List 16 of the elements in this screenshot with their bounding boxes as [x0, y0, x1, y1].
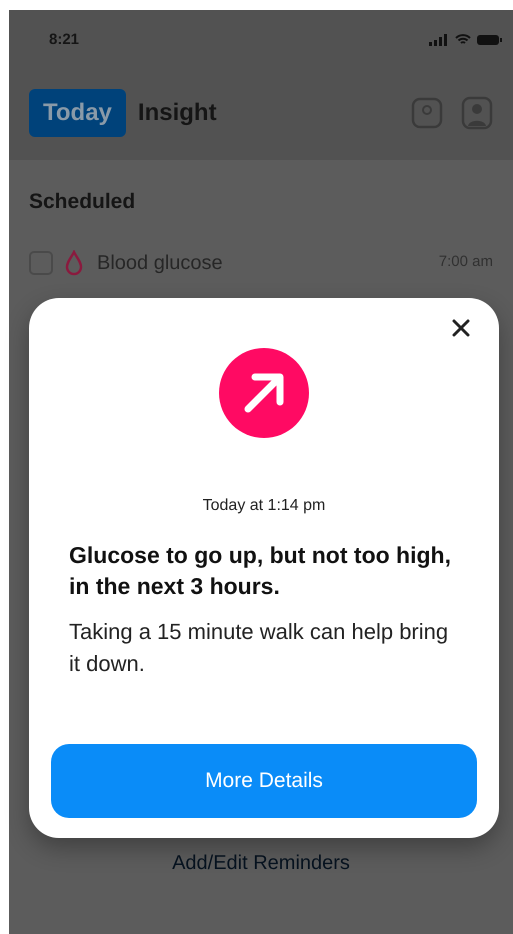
dialog-timestamp: Today at 1:14 pm [202, 496, 326, 516]
battery-icon [477, 34, 503, 46]
profile-icon[interactable] [461, 96, 493, 130]
dialog-body: Taking a 15 minute walk can help bring it down. [68, 618, 450, 678]
more-details-button[interactable]: More Details [51, 744, 477, 818]
blood-drop-icon [65, 250, 83, 276]
signal-icon [429, 34, 449, 46]
reminders-link[interactable]: Add/Edit Reminders [172, 848, 350, 878]
tab[interactable]: Today [29, 89, 126, 137]
dialog-headline: Glucose to go up, but not too high, in the next 3 hours. [68, 541, 452, 601]
tab[interactable]: Insight [138, 89, 217, 137]
status-time: 8:21 [49, 30, 80, 50]
section-title: Scheduled [29, 189, 136, 215]
close-icon [452, 319, 470, 337]
notification-icon[interactable] [411, 97, 443, 129]
wifi-icon [455, 34, 471, 46]
